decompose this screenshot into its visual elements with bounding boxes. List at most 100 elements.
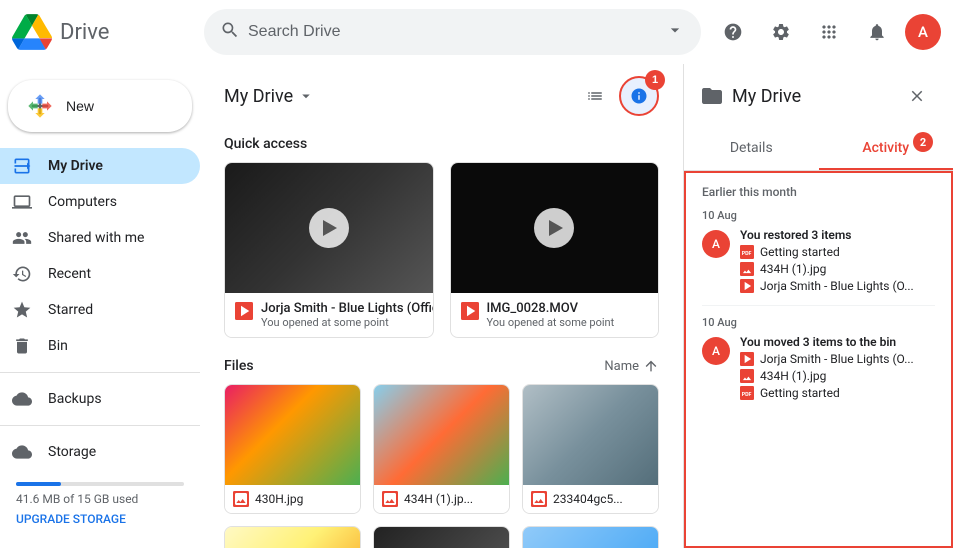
topbar-icons: A <box>713 12 941 52</box>
apps-button[interactable] <box>809 12 849 52</box>
shared-icon <box>12 228 32 248</box>
tab-activity-text: Activity <box>862 140 909 156</box>
video-icon-1 <box>461 302 479 320</box>
computer-icon <box>12 192 32 212</box>
search-input[interactable] <box>248 23 657 41</box>
activity-file-0-0: PDF Getting started <box>740 245 935 259</box>
file-info-1: IMG_0028.MOV You opened at some point <box>451 293 659 337</box>
activity-file-0-1: 434H (1).jpg <box>740 262 935 276</box>
activity-content-0: You restored 3 items PDF Getting started… <box>740 228 935 293</box>
img-info-2: 233404gc5... <box>523 485 658 513</box>
logo-text: Drive <box>60 20 109 45</box>
activity-file-name-0-1: 434H (1).jpg <box>760 262 826 276</box>
svg-text:PDF: PDF <box>742 251 752 257</box>
my-drive-title[interactable]: My Drive <box>224 86 315 107</box>
main-area: my-drive New My Drive Computers Shared w… <box>0 64 953 548</box>
list-view-button[interactable] <box>575 76 615 116</box>
sidebar-divider-2 <box>0 425 200 426</box>
file-card-bottom-1[interactable] <box>373 526 510 548</box>
sidebar-item-starred[interactable]: Starred <box>0 292 200 328</box>
activity-date-0: 10 Aug <box>702 209 935 222</box>
activity-section-label: Earlier this month <box>702 185 935 199</box>
help-button[interactable] <box>713 12 753 52</box>
panel-header: My Drive <box>684 64 953 128</box>
sort-label-text: Name <box>604 359 639 374</box>
plus-icon <box>26 92 54 120</box>
quick-access-grid: Jorja Smith - Blue Lights (Offici... You… <box>224 162 659 338</box>
sidebar-item-my-drive[interactable]: My Drive <box>0 148 200 184</box>
info-button[interactable]: 1 <box>619 76 659 116</box>
panel-title: My Drive <box>700 84 801 108</box>
backups-icon <box>12 389 32 409</box>
settings-button[interactable] <box>761 12 801 52</box>
video-icon-0 <box>235 302 253 320</box>
new-button[interactable]: my-drive New <box>8 80 192 132</box>
new-label: New <box>66 98 94 114</box>
search-dropdown-icon[interactable] <box>665 20 685 44</box>
sidebar-item-backups[interactable]: Backups <box>0 381 200 417</box>
file-card-0[interactable]: 430H.jpg <box>224 384 361 514</box>
sidebar-item-label-recent: Recent <box>48 266 91 282</box>
activity-file-1-1: 434H (1).jpg <box>740 369 935 383</box>
activity-action-bold-1: You moved 3 items to the bin <box>740 335 896 349</box>
chevron-down-icon <box>297 87 315 105</box>
avatar[interactable]: A <box>905 14 941 50</box>
tab-details[interactable]: Details <box>684 128 819 170</box>
activity-item-0: A You restored 3 items PDF Getting start… <box>702 228 935 293</box>
pdf-icon-1-2: PDF <box>740 386 754 400</box>
activity-date-1: 10 Aug <box>702 316 935 329</box>
activity-item-1: A You moved 3 items to the bin Jorja Smi… <box>702 335 935 400</box>
play-button-0 <box>309 208 349 248</box>
close-panel-button[interactable] <box>897 76 937 116</box>
video-thumb-1 <box>451 163 659 293</box>
sidebar-item-label-starred: Starred <box>48 302 93 318</box>
tab-activity[interactable]: Activity 2 <box>819 128 953 170</box>
sidebar-item-storage[interactable]: Storage <box>0 434 200 470</box>
quick-file-card-1[interactable]: IMG_0028.MOV You opened at some point <box>450 162 660 338</box>
folder-icon <box>700 84 724 108</box>
sidebar-item-recent[interactable]: Recent <box>0 256 200 292</box>
notifications-button[interactable] <box>857 12 897 52</box>
my-drive-title-text: My Drive <box>224 86 293 107</box>
quick-file-card-0[interactable]: Jorja Smith - Blue Lights (Offici... You… <box>224 162 434 338</box>
upgrade-storage-link[interactable]: UPGRADE STORAGE <box>16 512 184 526</box>
svg-text:PDF: PDF <box>742 392 752 398</box>
img-icon-1 <box>382 491 398 507</box>
storage-label: 41.6 MB of 15 GB used <box>16 492 184 506</box>
sort-control[interactable]: Name <box>604 358 659 374</box>
panel-title-text: My Drive <box>732 86 801 107</box>
search-bar[interactable] <box>204 9 701 55</box>
file-name-grid-2: 233404gc5... <box>553 492 623 506</box>
file-card-2[interactable]: 233404gc5... <box>522 384 659 514</box>
file-name-grid-0: 430H.jpg <box>255 492 303 506</box>
sidebar-item-bin[interactable]: Bin <box>0 328 200 364</box>
activity-action-bold-0: You restored 3 items <box>740 228 851 242</box>
sidebar-item-label-computers: Computers <box>48 194 117 210</box>
play-button-1 <box>534 208 574 248</box>
activity-files-1: Jorja Smith - Blue Lights (O... 434H (1)… <box>740 352 935 400</box>
sidebar-item-computers[interactable]: Computers <box>0 184 200 220</box>
header-icons: 1 <box>575 76 659 116</box>
video-icon-1-0 <box>740 352 754 366</box>
activity-files-0: PDF Getting started 434H (1).jpg Jorja S… <box>740 245 935 293</box>
img-thumb-1 <box>374 385 509 485</box>
img-thumb-bottom-1 <box>374 527 509 548</box>
storage-info: 41.6 MB of 15 GB used UPGRADE STORAGE <box>0 470 200 538</box>
starred-icon <box>12 300 32 320</box>
file-name-1: IMG_0028.MOV <box>487 301 615 316</box>
file-card-bottom-2[interactable] <box>522 526 659 548</box>
quick-access-label: Quick access <box>224 136 659 152</box>
activity-avatar-0: A <box>702 230 730 258</box>
activity-file-1-0: Jorja Smith - Blue Lights (O... <box>740 352 935 366</box>
files-grid: 430H.jpg 434H (1).jp... 233404gc5... <box>224 384 659 514</box>
img-info-1: 434H (1).jp... <box>374 485 509 513</box>
file-card-bottom-0[interactable] <box>224 526 361 548</box>
sidebar-item-label-my-drive: My Drive <box>48 158 103 174</box>
sidebar-item-shared[interactable]: Shared with me <box>0 220 200 256</box>
file-card-1[interactable]: 434H (1).jp... <box>373 384 510 514</box>
content-header: My Drive 1 <box>224 64 659 124</box>
activity-file-name-0-0: Getting started <box>760 245 840 259</box>
activity-file-name-1-2: Getting started <box>760 386 840 400</box>
file-sub-0: You opened at some point <box>261 316 434 329</box>
right-panel: My Drive Details Activity 2 Earlier this… <box>683 64 953 548</box>
